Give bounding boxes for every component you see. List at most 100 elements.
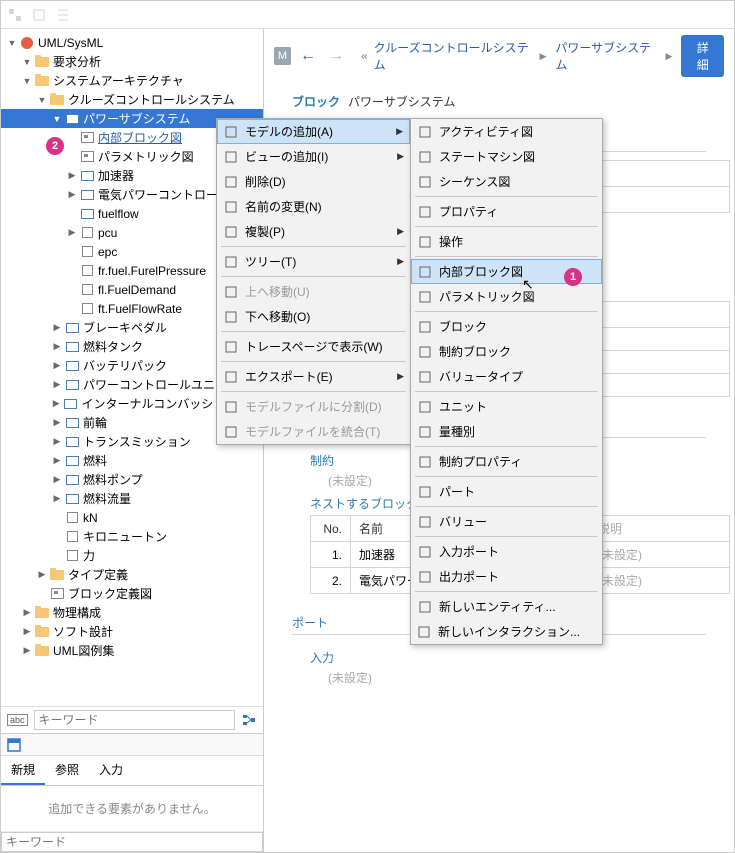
menu-icon bbox=[221, 425, 241, 439]
menu-item[interactable]: パラメトリック図 bbox=[411, 284, 602, 309]
tree-item[interactable]: ▼クルーズコントロールシステム bbox=[1, 90, 263, 109]
folder-icon bbox=[49, 92, 65, 108]
tb-icon-2[interactable] bbox=[31, 7, 47, 23]
tree-item[interactable]: ブロック定義図 bbox=[1, 584, 263, 603]
menu-item[interactable]: 名前の変更(N) bbox=[217, 194, 410, 219]
nav-fwd[interactable]: → bbox=[325, 47, 347, 65]
tree-item[interactable]: ▶ソフト設計 bbox=[1, 622, 263, 641]
menu-item[interactable]: ブロック bbox=[411, 314, 602, 339]
menu-icon bbox=[415, 345, 435, 359]
unit-icon bbox=[79, 301, 95, 317]
menu-icon bbox=[415, 290, 435, 304]
menu-item[interactable]: 出力ポート bbox=[411, 564, 602, 589]
menu-item[interactable]: ビューの追加(I)▶ bbox=[217, 144, 410, 169]
diag-icon bbox=[79, 130, 95, 146]
bottom-pane: 新規 参照 入力 追加できる要素がありません。 bbox=[1, 733, 263, 852]
block-icon bbox=[64, 491, 80, 507]
filter-icon[interactable] bbox=[241, 712, 257, 728]
menu-item[interactable]: モデルの追加(A)▶ bbox=[217, 119, 410, 144]
menu-item[interactable]: 制約ブロック bbox=[411, 339, 602, 364]
unit-icon bbox=[64, 529, 80, 545]
tree-search-row: abc bbox=[1, 706, 263, 733]
tree-item[interactable]: ▼要求分析 bbox=[1, 52, 263, 71]
tree-root[interactable]: ▼ UML/SysML bbox=[1, 33, 263, 52]
menu-item[interactable]: プロパティ bbox=[411, 199, 602, 224]
context-menu-1[interactable]: モデルの追加(A)▶ビューの追加(I)▶削除(D)名前の変更(N)複製(P)▶ ツ… bbox=[216, 118, 411, 445]
menu-item[interactable]: シーケンス図 bbox=[411, 169, 602, 194]
menu-item[interactable]: 入力ポート bbox=[411, 539, 602, 564]
unit-icon bbox=[79, 244, 95, 260]
tree-item[interactable]: キロニュートン bbox=[1, 527, 263, 546]
detail-title: ブロックパワーサブシステム bbox=[264, 81, 734, 115]
tree-item[interactable]: kN bbox=[1, 508, 263, 527]
menu-icon bbox=[221, 175, 241, 189]
menu-item[interactable]: エクスポート(E)▶ bbox=[217, 364, 410, 389]
block-icon bbox=[79, 187, 95, 203]
tree-search-input[interactable] bbox=[34, 710, 235, 730]
bp-tab-new[interactable]: 新規 bbox=[1, 756, 45, 785]
tree-item[interactable]: ▼システムアーキテクチャ bbox=[1, 71, 263, 90]
bp-tab-input[interactable]: 入力 bbox=[89, 756, 133, 785]
menu-icon bbox=[221, 370, 241, 384]
menu-icon bbox=[221, 225, 241, 239]
tree-item[interactable]: ▶燃料 bbox=[1, 451, 263, 470]
detail-button[interactable]: 詳細 bbox=[681, 35, 724, 77]
unit-icon bbox=[79, 282, 95, 298]
menu-item[interactable]: 制約プロパティ bbox=[411, 449, 602, 474]
tree-item[interactable]: ▶燃料流量 bbox=[1, 489, 263, 508]
folder-icon bbox=[34, 54, 50, 70]
menu-item[interactable]: ステートマシン図 bbox=[411, 144, 602, 169]
panel-icon bbox=[7, 738, 21, 752]
block-icon bbox=[64, 358, 80, 374]
menu-item[interactable]: トレースページで表示(W) bbox=[217, 334, 410, 359]
menu-icon bbox=[415, 320, 435, 334]
crumb-1[interactable]: クルーズコントロールシステム bbox=[374, 39, 531, 73]
menu-item: 上へ移動(U) bbox=[217, 279, 410, 304]
block-icon bbox=[64, 415, 80, 431]
bp-tab-ref[interactable]: 参照 bbox=[45, 756, 89, 785]
tree-item[interactable]: ▶燃料ポンプ bbox=[1, 470, 263, 489]
menu-icon bbox=[415, 455, 435, 469]
menu-item: モデルファイルに分割(D) bbox=[217, 394, 410, 419]
context-menu-2[interactable]: アクティビティ図ステートマシン図シーケンス図プロパティ操作内部ブロック図パラメト… bbox=[410, 118, 603, 645]
menu-item[interactable]: ユニット bbox=[411, 394, 602, 419]
tree-item[interactable]: ▶物理構成 bbox=[1, 603, 263, 622]
menu-item[interactable]: ツリー(T)▶ bbox=[217, 249, 410, 274]
menu-icon bbox=[221, 125, 241, 139]
menu-item[interactable]: 新しいインタラクション... bbox=[411, 619, 602, 644]
menu-icon bbox=[415, 600, 435, 614]
menu-item[interactable]: 操作 bbox=[411, 229, 602, 254]
bp-empty-msg: 追加できる要素がありません。 bbox=[1, 786, 263, 831]
menu-item[interactable]: 下へ移動(O) bbox=[217, 304, 410, 329]
menu-item[interactable]: 複製(P)▶ bbox=[217, 219, 410, 244]
menu-icon bbox=[415, 425, 435, 439]
menu-item[interactable]: 量種別 bbox=[411, 419, 602, 444]
crumb-2[interactable]: パワーサブシステム bbox=[555, 39, 656, 73]
tree-item[interactable]: ▶UML図例集 bbox=[1, 641, 263, 660]
menu-icon bbox=[415, 125, 435, 139]
menu-item[interactable]: バリュー bbox=[411, 509, 602, 534]
block-icon bbox=[79, 206, 95, 222]
menu-item[interactable]: パート bbox=[411, 479, 602, 504]
sub-input: 入力 bbox=[310, 643, 706, 669]
menu-icon bbox=[415, 625, 434, 639]
menu-icon bbox=[221, 400, 241, 414]
menu-item[interactable]: 削除(D) bbox=[217, 169, 410, 194]
abc-icon: abc bbox=[7, 714, 28, 726]
tb-icon-1[interactable] bbox=[7, 7, 23, 23]
menu-item[interactable]: バリュータイプ bbox=[411, 364, 602, 389]
uml-icon bbox=[19, 35, 35, 51]
folder-icon bbox=[34, 73, 50, 89]
menu-item[interactable]: 新しいエンティティ... bbox=[411, 594, 602, 619]
menu-icon bbox=[221, 200, 241, 214]
menu-icon bbox=[415, 545, 435, 559]
tb-icon-3[interactable] bbox=[55, 7, 71, 23]
bp-search-input[interactable] bbox=[1, 832, 263, 852]
nav-back[interactable]: ← bbox=[297, 47, 319, 65]
menu-item[interactable]: アクティビティ図 bbox=[411, 119, 602, 144]
tree-item[interactable]: ▶タイプ定義 bbox=[1, 565, 263, 584]
menu-icon bbox=[415, 175, 435, 189]
menu-icon bbox=[415, 570, 435, 584]
tree-item[interactable]: 力 bbox=[1, 546, 263, 565]
cursor-icon: ↖ bbox=[522, 276, 534, 293]
